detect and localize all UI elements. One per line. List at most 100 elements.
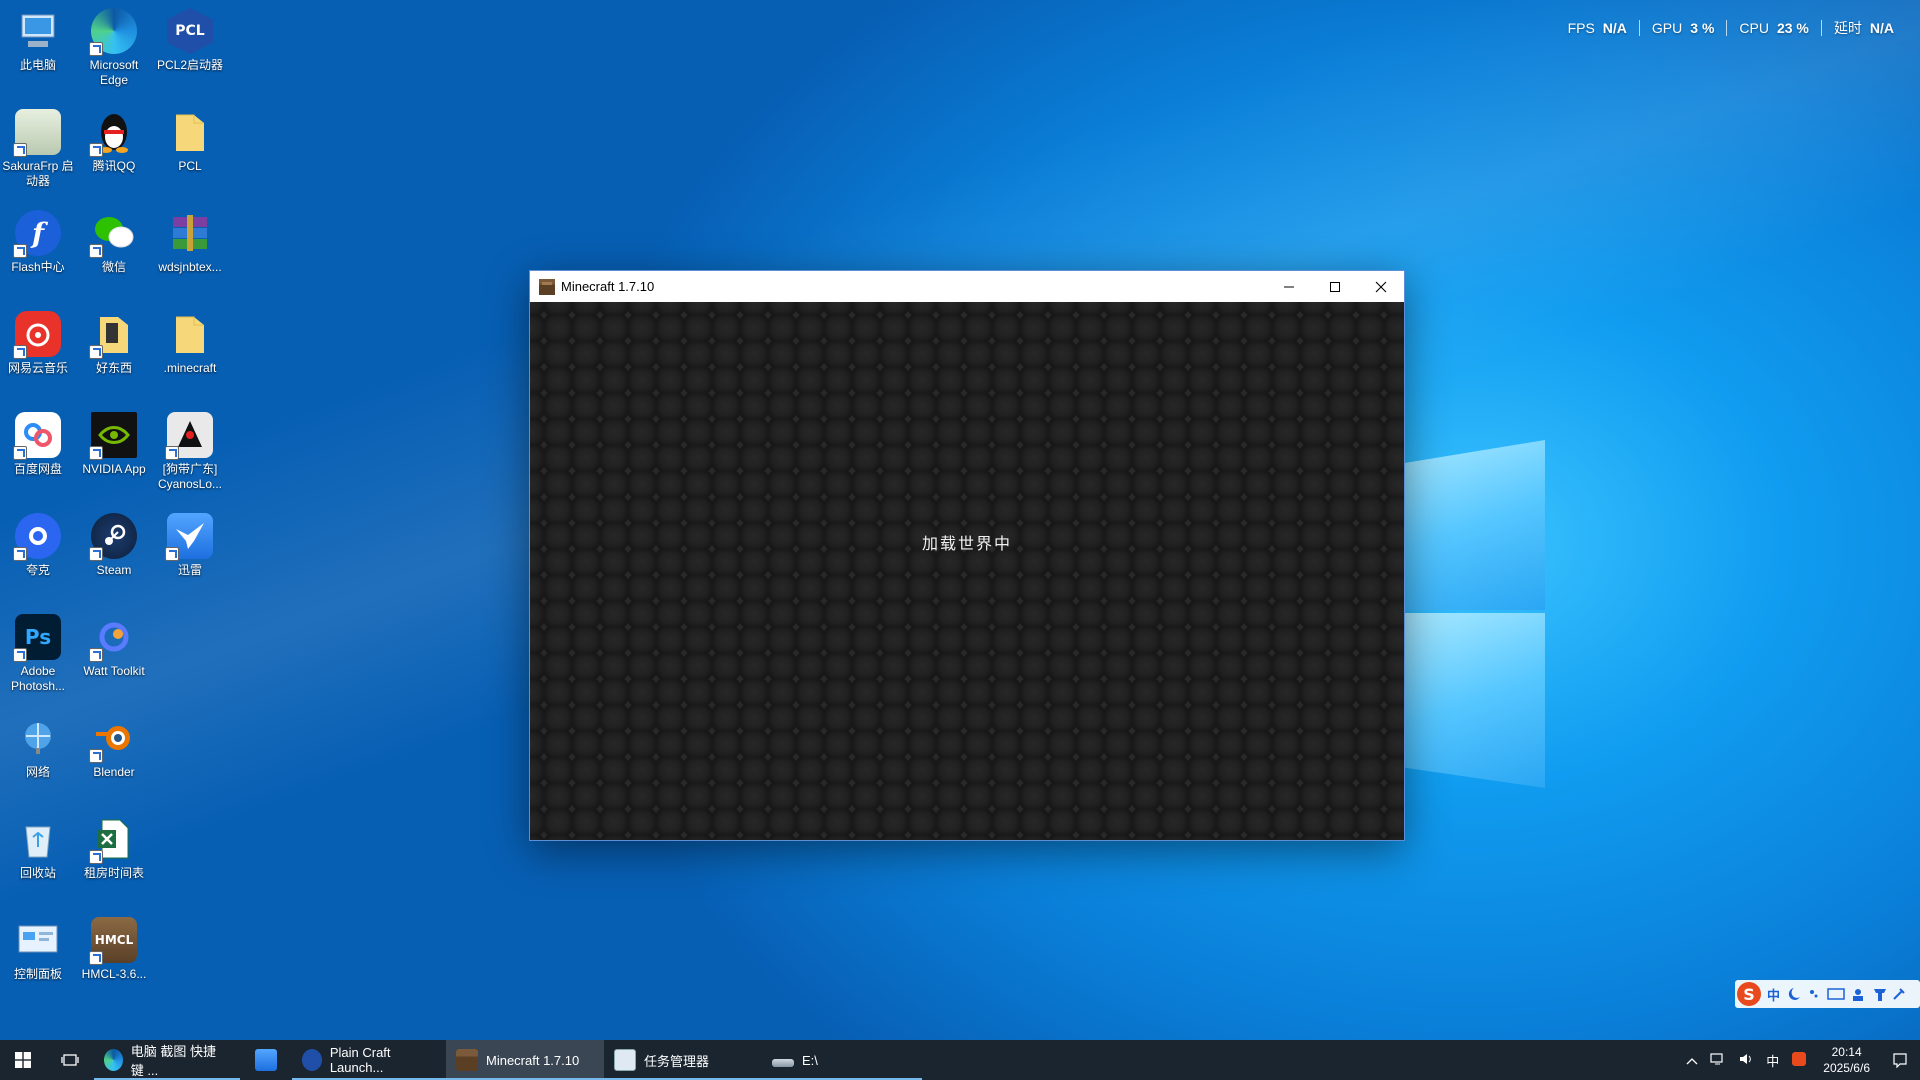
clock-date: 2025/6/6 (1823, 1061, 1870, 1075)
desktop-icon-label: 网易云音乐 (7, 361, 68, 375)
input-language-indicator[interactable]: 中 (1760, 1051, 1785, 1070)
desktop-icon-winrar-archive[interactable]: wdsjnbtex... (152, 204, 228, 300)
blender-icon (89, 715, 137, 763)
task-view-icon (61, 1054, 79, 1066)
control-panel-icon (15, 917, 61, 963)
desktop-icon-baidu-netdisk[interactable]: 百度网盘 (0, 406, 76, 502)
desktop-icon-label: wdsjnbtex... (158, 260, 222, 274)
desktop-icon-xunlei[interactable]: 迅雷 (152, 507, 228, 603)
desktop-icon-label: Microsoft Edge (89, 58, 139, 87)
desktop-icon-edge[interactable]: Microsoft Edge (76, 2, 152, 98)
loading-message: 加载世界中 (921, 534, 1012, 553)
xunlei-bird-icon (165, 513, 213, 561)
desktop-icon-steam[interactable]: Steam (76, 507, 152, 603)
system-tray: 中 20:14 2025/6/6 (1680, 1040, 1920, 1080)
minimize-button[interactable] (1266, 271, 1312, 302)
ime-toolbar[interactable]: S 中 (1735, 980, 1920, 1008)
edge-icon (89, 8, 137, 56)
desktop-icon-label: 控制面板 (13, 967, 62, 981)
performance-overlay: FPS N/A GPU 3 % CPU 23 % 延时 N/A (1556, 18, 1906, 38)
desktop-icon-rent-schedule[interactable]: 租房时间表 (76, 810, 152, 906)
pcl-hexagon-icon: PCL (167, 8, 213, 54)
desktop-icon-wechat[interactable]: 微信 (76, 204, 152, 300)
desktop-icon-photoshop[interactable]: Ps Adobe Photosh... (0, 608, 76, 704)
desktop-icon-sakurafrp[interactable]: SakuraFrp 启动器 (0, 103, 76, 199)
taskbar-explorer-e-drive[interactable]: E:\ (762, 1040, 922, 1080)
desktop-icon-folder-goods[interactable]: 好东西 (76, 305, 152, 401)
anime-girl-icon (13, 109, 61, 157)
desktop-icon-pcl2[interactable]: PCL PCL2启动器 (152, 2, 228, 98)
minimize-icon (1284, 286, 1294, 287)
desktop-icon-network[interactable]: 网络 (0, 709, 76, 805)
desktop-icon-flash[interactable]: f Flash中心 (0, 204, 76, 300)
qq-penguin-icon (89, 109, 137, 157)
taskbar-pcl-launcher[interactable]: Plain Craft Launch... (292, 1040, 446, 1080)
ime-mode-toggle[interactable]: 中 (1767, 985, 1780, 1004)
desktop-icon-quark[interactable]: 夸克 (0, 507, 76, 603)
taskbar-task-manager[interactable]: 任务管理器 (604, 1040, 762, 1080)
desktop-icon-nvidia[interactable]: NVIDIA App (76, 406, 152, 502)
taskbar-button-label: 任务管理器 (644, 1053, 710, 1069)
game-viewport[interactable]: 加载世界中 (530, 302, 1404, 840)
hmcl-icon: HMCL (89, 917, 137, 965)
network-icon[interactable] (1704, 1052, 1732, 1069)
desktop-icon-label: 微信 (101, 260, 126, 274)
flash-icon: f (13, 210, 61, 258)
tray-overflow-chevron-icon[interactable] (1680, 1053, 1704, 1068)
desktop-icon-hmcl[interactable]: HMCL HMCL-3.6... (76, 911, 152, 1007)
window-titlebar[interactable]: Minecraft 1.7.10 (530, 271, 1404, 302)
desktop-icon-label: SakuraFrp 启动器 (2, 159, 74, 188)
taskbar-minecraft[interactable]: Minecraft 1.7.10 (446, 1040, 604, 1080)
desktop-icon-label: 迅雷 (177, 563, 202, 577)
taskbar-edge[interactable]: 电脑 截图 快捷 键 ... (94, 1040, 240, 1080)
computer-icon (15, 8, 61, 54)
desktop-icon-label: PCL2启动器 (156, 58, 224, 72)
desktop-icon-minecraft-folder[interactable]: .minecraft (152, 305, 228, 401)
network-globe-icon (15, 715, 61, 761)
taskbar-button-label: Plain Craft Launch... (329, 1045, 391, 1075)
watt-toolkit-icon (89, 614, 137, 662)
desktop-icon-label: 租房时间表 (83, 866, 144, 880)
start-button[interactable] (0, 1040, 46, 1080)
desktop-icon-this-pc[interactable]: 此电脑 (0, 2, 76, 98)
desktop-icon-recycle-bin[interactable]: 回收站 (0, 810, 76, 906)
photoshop-icon: Ps (13, 614, 61, 662)
sogou-tray-icon[interactable] (1785, 1051, 1813, 1070)
maximize-button[interactable] (1312, 271, 1358, 302)
desktop-icon-control-panel[interactable]: 控制面板 (0, 911, 76, 1007)
clock[interactable]: 20:14 2025/6/6 (1813, 1044, 1880, 1076)
desktop-icon-label: PCL (178, 159, 202, 173)
desktop-icon-label: Flash中心 (11, 260, 65, 274)
taskbar-xunlei[interactable] (240, 1040, 292, 1080)
action-center-button[interactable] (1880, 1040, 1920, 1080)
taskbar-button-label: Minecraft 1.7.10 (486, 1052, 580, 1068)
desktop-icon-label: Blender (93, 765, 135, 779)
desktop-icon-netease-music[interactable]: 网易云音乐 (0, 305, 76, 401)
desktop-icon-label: HMCL-3.6... (81, 967, 147, 981)
minecraft-block-icon (456, 1049, 478, 1071)
cpu-stat: CPU 23 % (1727, 20, 1822, 36)
baidu-netdisk-icon (13, 412, 61, 460)
task-manager-icon (614, 1049, 636, 1071)
task-view-button[interactable] (46, 1040, 94, 1080)
xunlei-bird-icon (255, 1049, 277, 1071)
desktop-icon-watt-toolkit[interactable]: Watt Toolkit (76, 608, 152, 704)
minecraft-window[interactable]: Minecraft 1.7.10 加载世界中 (529, 270, 1405, 841)
sogou-logo-icon[interactable]: S (1737, 982, 1761, 1006)
taskbar-button-label: E:\ (802, 1052, 818, 1068)
edge-icon (104, 1049, 123, 1071)
desktop-icon-pcl-folder[interactable]: PCL (152, 103, 228, 199)
desktop-icon-blender[interactable]: Blender (76, 709, 152, 805)
ime-tools-icons[interactable] (1786, 985, 1906, 1003)
wechat-icon (89, 210, 137, 258)
close-button[interactable] (1358, 271, 1404, 302)
volume-icon[interactable] (1732, 1052, 1760, 1069)
steam-icon (89, 513, 137, 561)
desktop-icon-label: Steam (96, 563, 132, 577)
desktop-icon-cyanoslauncher[interactable]: [狗带广东] CyanosLo... (152, 406, 228, 502)
pcl-icon (302, 1049, 322, 1071)
desktop-icon-label: NVIDIA App (82, 462, 146, 476)
desktop-icon-qq[interactable]: 腾讯QQ (76, 103, 152, 199)
folder-icon (89, 311, 137, 359)
windows-wallpaper-logo (1400, 415, 1545, 788)
